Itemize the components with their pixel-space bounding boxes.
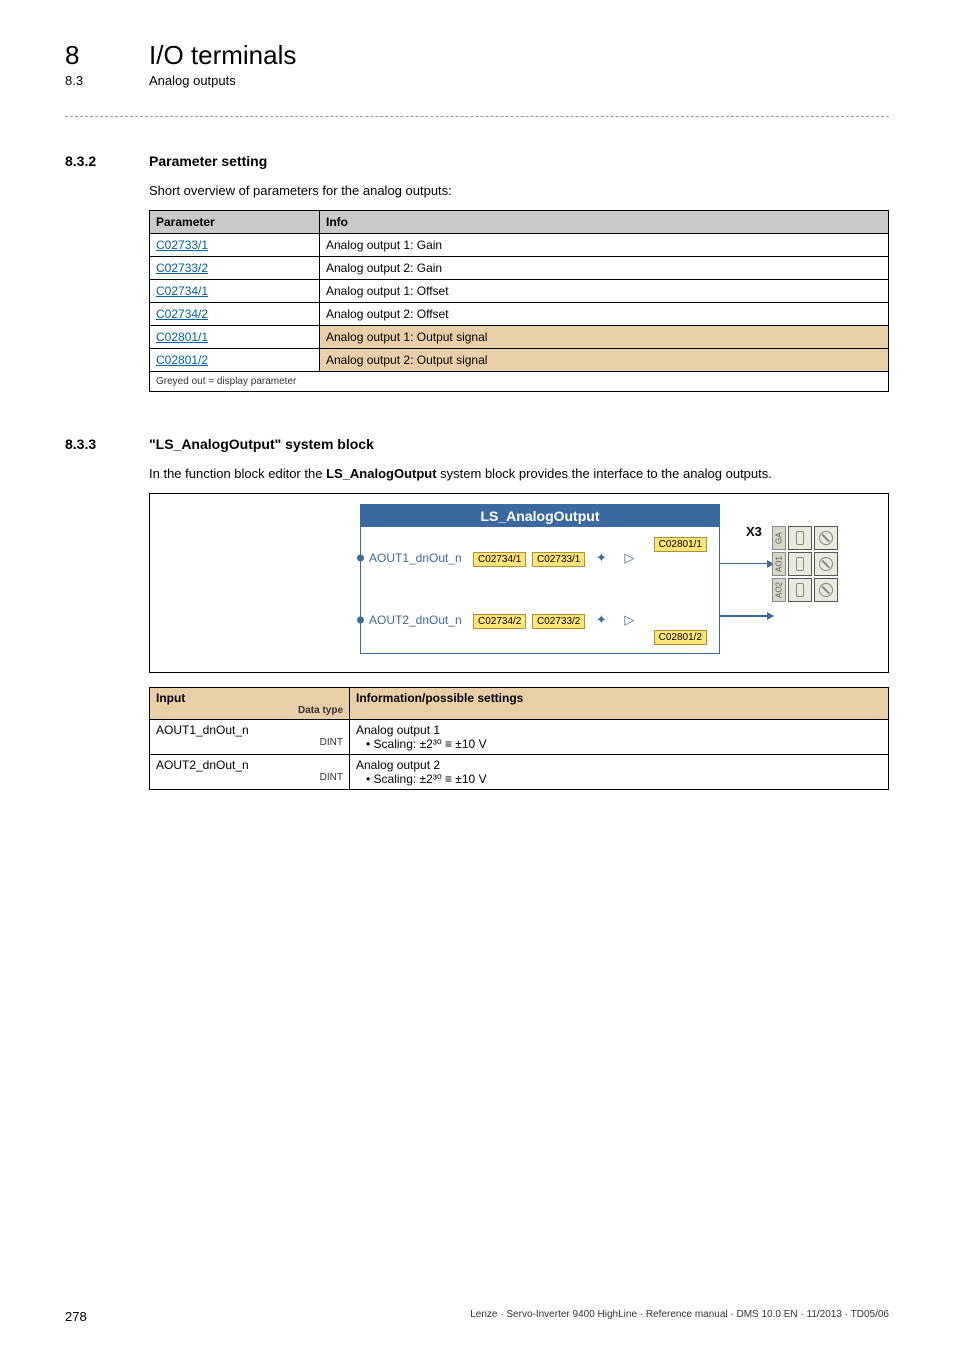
parameter-link[interactable]: C02734/1 <box>156 284 208 298</box>
system-block: LS_AnalogOutput AOUT1_dnOut_n C02734/1 C… <box>360 504 720 654</box>
section-title: Analog outputs <box>149 73 236 88</box>
gain-chip: C02733/1 <box>532 552 585 567</box>
offset-chip: C02734/1 <box>473 552 526 567</box>
chapter-number: 8 <box>65 40 105 71</box>
table-footnote: Greyed out = display parameter <box>150 372 889 392</box>
terminal-pin-label: GA <box>772 526 786 550</box>
page-footer: 278 Lenze · Servo-Inverter 9400 HighLine… <box>65 1309 889 1324</box>
io-table: Input Data type Information/possible set… <box>149 687 889 790</box>
block-row: AOUT1_dnOut_n C02734/1 C02733/1 ✦ ▷ C028… <box>361 527 719 589</box>
divider <box>65 116 889 117</box>
io-datatype: DINT <box>156 772 343 783</box>
parameter-info: Analog output 1: Gain <box>320 234 889 257</box>
parameter-link[interactable]: C02801/2 <box>156 353 208 367</box>
system-block-title: LS_AnalogOutput <box>361 505 719 527</box>
terminal-label: X3 <box>746 524 762 539</box>
table-row: C02801/1 Analog output 1: Output signal <box>150 326 889 349</box>
io-scale: • Scaling: ±2³⁰ ≡ ±10 V <box>356 737 882 751</box>
col-header-info: Information/possible settings <box>350 688 889 720</box>
terminal-screw-icon <box>814 526 838 550</box>
offset-chip: C02734/2 <box>473 614 526 629</box>
port-label: AOUT2_dnOut_n <box>361 613 473 627</box>
parameter-link[interactable]: C02801/1 <box>156 330 208 344</box>
terminal-screw-icon <box>814 552 838 576</box>
io-desc: Analog output 2 <box>356 758 882 772</box>
subsection-number: 8.3.2 <box>65 153 121 169</box>
gain-chip: C02733/2 <box>532 614 585 629</box>
col-header-input: Input Data type <box>150 688 350 720</box>
table-row: AOUT2_dnOut_n DINT Analog output 2 • Sca… <box>150 755 889 790</box>
table-row: C02734/2 Analog output 2: Offset <box>150 303 889 326</box>
parameter-link[interactable]: C02733/1 <box>156 238 208 252</box>
terminal-x3: X3 GA AO1 AO2 <box>772 526 838 602</box>
output-chip: C02801/2 <box>654 630 707 645</box>
parameter-info: Analog output 2: Offset <box>320 303 889 326</box>
terminal-port-icon <box>788 578 812 602</box>
io-name: AOUT1_dnOut_n <box>156 723 343 737</box>
table-row: C02734/1 Analog output 1: Offset <box>150 280 889 303</box>
terminal-pin-label: AO1 <box>772 552 786 576</box>
intro-text: Short overview of parameters for the ana… <box>149 183 889 198</box>
parameter-link[interactable]: C02734/2 <box>156 307 208 321</box>
col-header-info: Info <box>320 211 889 234</box>
gain-icon: ▷ <box>617 547 641 569</box>
table-row: C02801/2 Analog output 2: Output signal <box>150 349 889 372</box>
gain-icon: ▷ <box>617 609 641 631</box>
sum-icon: ✦ <box>589 547 613 569</box>
subsection-title: Parameter setting <box>149 153 267 169</box>
subsection-number: 8.3.3 <box>65 436 121 452</box>
footer-meta: Lenze · Servo-Inverter 9400 HighLine · R… <box>470 1309 889 1324</box>
terminal-screw-icon <box>814 578 838 602</box>
col-header-datatype: Data type <box>156 705 343 716</box>
port-dot-icon <box>357 617 364 624</box>
io-name: AOUT2_dnOut_n <box>156 758 343 772</box>
page-number: 278 <box>65 1309 87 1324</box>
io-desc: Analog output 1 <box>356 723 882 737</box>
parameter-info: Analog output 1: Offset <box>320 280 889 303</box>
section-number: 8.3 <box>65 73 105 88</box>
block-diagram: LS_AnalogOutput AOUT1_dnOut_n C02734/1 C… <box>149 493 889 673</box>
terminal-pin-label: AO2 <box>772 578 786 602</box>
terminal-port-icon <box>788 552 812 576</box>
arrow-icon <box>719 563 773 565</box>
block-row: AOUT2_dnOut_n C02734/2 C02733/2 ✦ ▷ C028… <box>361 589 719 651</box>
table-row: AOUT1_dnOut_n DINT Analog output 1 • Sca… <box>150 720 889 755</box>
intro-text: In the function block editor the LS_Anal… <box>149 466 889 481</box>
chapter-title: I/O terminals <box>149 40 296 71</box>
arrow-icon <box>719 615 773 617</box>
parameter-info: Analog output 2: Output signal <box>320 349 889 372</box>
sum-icon: ✦ <box>589 609 613 631</box>
io-scale: • Scaling: ±2³⁰ ≡ ±10 V <box>356 772 882 786</box>
terminal-port-icon <box>788 526 812 550</box>
port-label: AOUT1_dnOut_n <box>361 551 473 565</box>
parameter-info: Analog output 1: Output signal <box>320 326 889 349</box>
parameter-info: Analog output 2: Gain <box>320 257 889 280</box>
table-row: C02733/2 Analog output 2: Gain <box>150 257 889 280</box>
parameter-link[interactable]: C02733/2 <box>156 261 208 275</box>
output-chip: C02801/1 <box>654 537 707 552</box>
io-datatype: DINT <box>156 737 343 748</box>
subsection-title: "LS_AnalogOutput" system block <box>149 436 374 452</box>
port-dot-icon <box>357 555 364 562</box>
table-row: C02733/1 Analog output 1: Gain <box>150 234 889 257</box>
parameter-table: Parameter Info C02733/1 Analog output 1:… <box>149 210 889 392</box>
col-header-parameter: Parameter <box>150 211 320 234</box>
